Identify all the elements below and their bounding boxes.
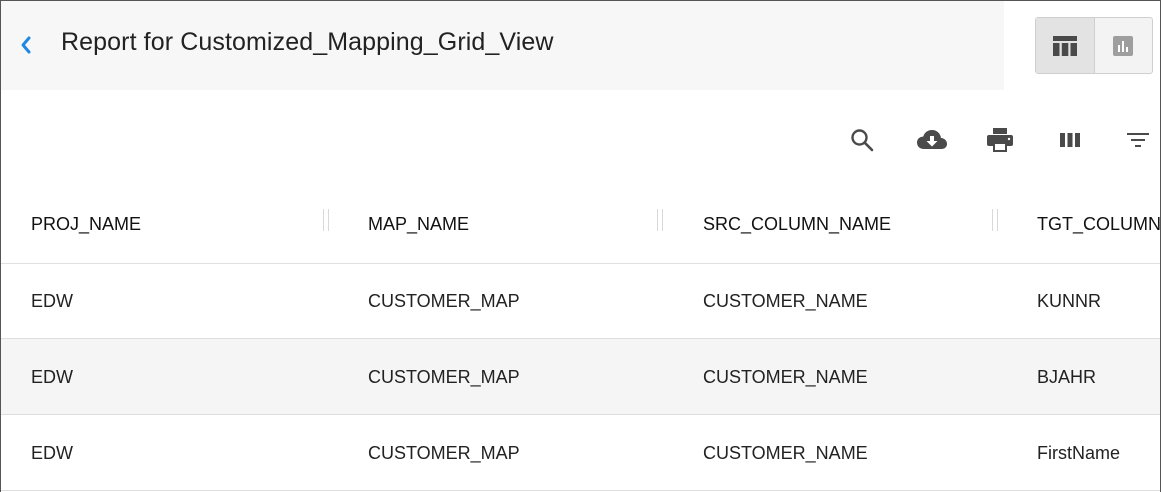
chevron-left-icon [21,36,31,54]
filter-button[interactable] [1123,125,1153,155]
cell-tgt-column: FirstName [1037,443,1121,463]
back-button[interactable] [15,27,37,63]
chart-view-button[interactable] [1095,18,1153,73]
print-icon [987,128,1013,152]
cell-proj-name: EDW [31,367,73,387]
print-button[interactable] [985,125,1015,155]
cell-src-column-name: CUSTOMER_NAME [703,367,868,387]
cell-tgt-column: BJAHR [1037,367,1097,387]
chart-view-icon [1113,35,1134,56]
cell-tgt-column: KUNNR [1037,291,1102,311]
column-header-tgt-column[interactable]: TGT_COLUMN [1037,214,1160,235]
cell-proj-name: EDW [31,291,73,311]
column-header-src-column-name[interactable]: SRC_COLUMN_NAME [703,214,891,235]
cell-map-name: CUSTOMER_MAP [368,291,520,311]
cloud-download-icon [917,130,947,149]
report-header: Report for Customized_Mapping_Grid_View [1,1,1004,90]
grid-header-row: PROJ_NAME MAP_NAME SRC_COLUMN_NAME TGT_C… [1,181,1160,264]
column-resize-handle[interactable] [992,209,998,231]
grid-view-icon [1052,35,1077,56]
cell-src-column-name: CUSTOMER_NAME [703,291,868,311]
search-button[interactable] [847,125,877,155]
cell-src-column-name: CUSTOMER_NAME [703,443,868,463]
cell-map-name: CUSTOMER_MAP [368,443,520,463]
table-row[interactable]: EDW CUSTOMER_MAP CUSTOMER_NAME FirstName [1,415,1160,491]
column-resize-handle[interactable] [657,209,663,231]
columns-icon [1060,133,1080,147]
column-header-map-name[interactable]: MAP_NAME [368,214,469,235]
column-header-proj-name[interactable]: PROJ_NAME [31,214,141,235]
grid-view-button[interactable] [1036,18,1095,73]
table-row[interactable]: EDW CUSTOMER_MAP CUSTOMER_NAME BJAHR [1,339,1160,415]
download-button[interactable] [915,125,949,155]
report-window: Report for Customized_Mapping_Grid_View [0,0,1161,492]
page-title: Report for Customized_Mapping_Grid_View [61,28,554,56]
column-resize-handle[interactable] [323,209,329,231]
search-icon [851,129,874,152]
view-toggle [1035,17,1153,74]
filter-icon [1127,133,1149,147]
table-row[interactable]: EDW CUSTOMER_MAP CUSTOMER_NAME KUNNR [1,263,1160,339]
cell-map-name: CUSTOMER_MAP [368,367,520,387]
columns-button[interactable] [1055,125,1085,155]
cell-proj-name: EDW [31,443,73,463]
